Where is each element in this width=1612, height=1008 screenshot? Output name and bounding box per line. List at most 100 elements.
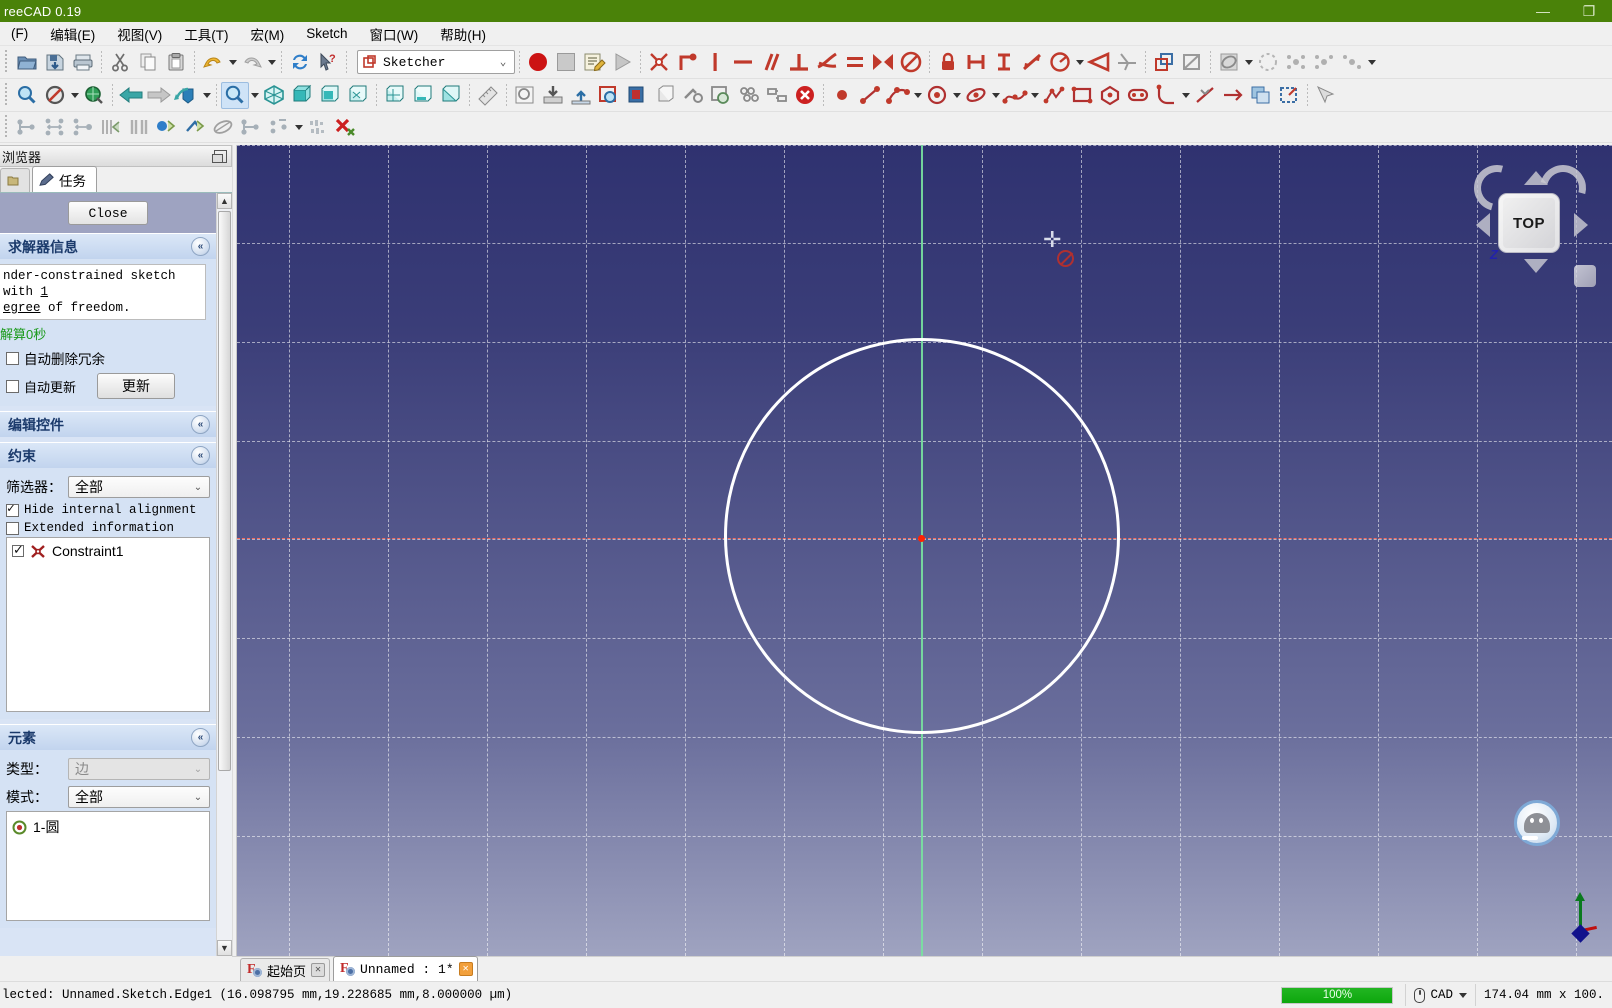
symmetry-dropdown-caret[interactable] [293, 114, 304, 141]
constraint-visible-checkbox[interactable] [12, 542, 24, 558]
copy-icon[interactable] [134, 49, 162, 76]
element-mode-select[interactable]: 全部 ⌄ [68, 786, 210, 808]
select-horizontal-axis-icon[interactable] [41, 114, 69, 141]
select-malformed-icon[interactable] [153, 114, 181, 141]
select-elliptical-axes-icon[interactable] [209, 114, 237, 141]
left-arrow-icon[interactable] [1476, 213, 1490, 237]
conic-dropdown-caret[interactable] [990, 82, 1001, 109]
create-conic-icon[interactable] [962, 82, 990, 109]
create-fillet-icon[interactable] [1152, 82, 1180, 109]
rear-view-icon[interactable] [381, 82, 409, 109]
toolbar-gripper[interactable] [3, 115, 10, 139]
symmetry-icon[interactable] [265, 114, 293, 141]
scroll-down-arrow[interactable]: ▼ [217, 940, 232, 956]
constrain-tangent-icon[interactable] [813, 49, 841, 76]
open-icon[interactable] [13, 49, 41, 76]
view-section-icon[interactable] [623, 82, 651, 109]
document-tab-start-page[interactable]: F 起始页 ✕ [240, 958, 331, 981]
front-view-icon[interactable] [288, 82, 316, 109]
minimize-button[interactable]: — [1520, 0, 1566, 22]
constrain-block-icon[interactable] [897, 49, 925, 76]
redo-dropdown-caret[interactable] [266, 49, 277, 76]
whats-this-icon[interactable]: ? [314, 49, 342, 76]
chevron-down-icon[interactable] [1458, 992, 1467, 998]
toggle-driving-icon[interactable] [1150, 49, 1178, 76]
navigation-cube-top-face[interactable]: TOP [1498, 193, 1560, 253]
undo-dropdown-caret[interactable] [227, 49, 238, 76]
forward-arrow-icon[interactable] [145, 82, 173, 109]
cluster-3-icon[interactable] [1338, 49, 1366, 76]
constrain-point-on-object-icon[interactable] [673, 49, 701, 76]
fit-dropdown-caret[interactable] [69, 82, 80, 109]
right-arrow-icon[interactable] [1574, 213, 1588, 237]
left-view-icon[interactable] [437, 82, 465, 109]
elements-list[interactable]: 1-圆 [6, 811, 210, 921]
macro-edit-icon[interactable] [580, 49, 608, 76]
constrain-horizontal-icon[interactable] [729, 49, 757, 76]
extended-information-row[interactable]: Extended information [6, 519, 210, 537]
select-elements-icon[interactable] [1312, 82, 1340, 109]
task-panel-scrollbar[interactable]: ▲ ▼ [216, 193, 232, 956]
3d-viewport[interactable]: ✛ TOP Z [237, 145, 1612, 956]
back-arrow-icon[interactable] [117, 82, 145, 109]
solver-messages-header[interactable]: 求解器信息 « [0, 233, 216, 259]
select-constraints-icon[interactable] [13, 114, 41, 141]
create-rectangle-icon[interactable] [1068, 82, 1096, 109]
mirror-sketch-icon[interactable] [735, 82, 763, 109]
draw-style-icon[interactable] [80, 82, 108, 109]
chevron-up-icon[interactable]: « [191, 415, 210, 434]
constraint-filter-select[interactable]: 全部 ⌄ [68, 476, 210, 498]
refresh-icon[interactable] [286, 49, 314, 76]
create-polyline-icon[interactable] [1040, 82, 1068, 109]
create-slot-icon[interactable] [1124, 82, 1152, 109]
menu-window[interactable]: 窗口(W) [359, 21, 430, 47]
scroll-up-arrow[interactable]: ▲ [217, 193, 232, 209]
redo-icon[interactable] [238, 49, 266, 76]
close-button[interactable]: Close [68, 201, 148, 225]
macro-record-icon[interactable] [524, 49, 552, 76]
menu-file[interactable]: (F) [0, 23, 39, 44]
toggle-active-icon[interactable] [1178, 49, 1206, 76]
constrain-symmetric-icon[interactable] [869, 49, 897, 76]
constraints-list[interactable]: Constraint1 [6, 537, 210, 712]
menu-view[interactable]: 视图(V) [106, 21, 173, 47]
chevron-down-icon[interactable]: ⌄ [189, 764, 207, 775]
select-redundant-icon[interactable] [97, 114, 125, 141]
circle-dropdown-caret[interactable] [951, 82, 962, 109]
fit-all-icon[interactable] [13, 82, 41, 109]
save-icon[interactable] [41, 49, 69, 76]
navigation-style-selector[interactable]: CAD [1405, 984, 1475, 1006]
create-arc-icon[interactable] [884, 82, 912, 109]
bottom-view-icon[interactable] [409, 82, 437, 109]
constrain-distance-horizontal-icon[interactable] [962, 49, 990, 76]
menu-edit[interactable]: 编辑(E) [39, 21, 106, 47]
toggle-construction-icon[interactable] [1275, 82, 1303, 109]
create-sketch-icon[interactable] [511, 82, 539, 109]
select-vertical-axis-icon[interactable] [69, 114, 97, 141]
element-type-select[interactable]: 边 ⌄ [68, 758, 210, 780]
restore-panel-icon[interactable] [212, 149, 227, 163]
list-item[interactable]: 1-圆 [9, 815, 207, 839]
constrain-equal-icon[interactable] [841, 49, 869, 76]
macro-stop-icon[interactable] [552, 49, 580, 76]
constrain-perpendicular-icon[interactable] [785, 49, 813, 76]
restore-button[interactable]: ❐ [1566, 0, 1612, 22]
menu-sketch[interactable]: Sketch [295, 23, 358, 44]
cluster-dropdown-caret[interactable] [1366, 49, 1377, 76]
bspline-dropdown-caret[interactable] [1029, 82, 1040, 109]
chevron-up-icon[interactable]: « [191, 446, 210, 465]
visual-dropdown-caret[interactable] [1243, 49, 1254, 76]
auto-remove-redundants-checkbox[interactable] [6, 351, 19, 365]
axonometric-icon[interactable] [260, 82, 288, 109]
document-tab-unnamed[interactable]: F Unnamed : 1* ✕ [333, 956, 478, 981]
create-circle-icon[interactable] [923, 82, 951, 109]
select-conflicting-icon[interactable] [125, 114, 153, 141]
chevron-down-icon[interactable]: ⌄ [494, 55, 512, 69]
elements-header[interactable]: 元素 « [0, 724, 216, 750]
navigation-face-icon[interactable] [1514, 800, 1560, 846]
radius-dropdown-caret[interactable] [1074, 49, 1085, 76]
navigation-cube-corner[interactable] [1574, 265, 1596, 287]
menu-macro[interactable]: 宏(M) [240, 21, 296, 47]
up-arrow-icon[interactable] [1524, 171, 1548, 185]
chevron-up-icon[interactable]: « [191, 728, 210, 747]
